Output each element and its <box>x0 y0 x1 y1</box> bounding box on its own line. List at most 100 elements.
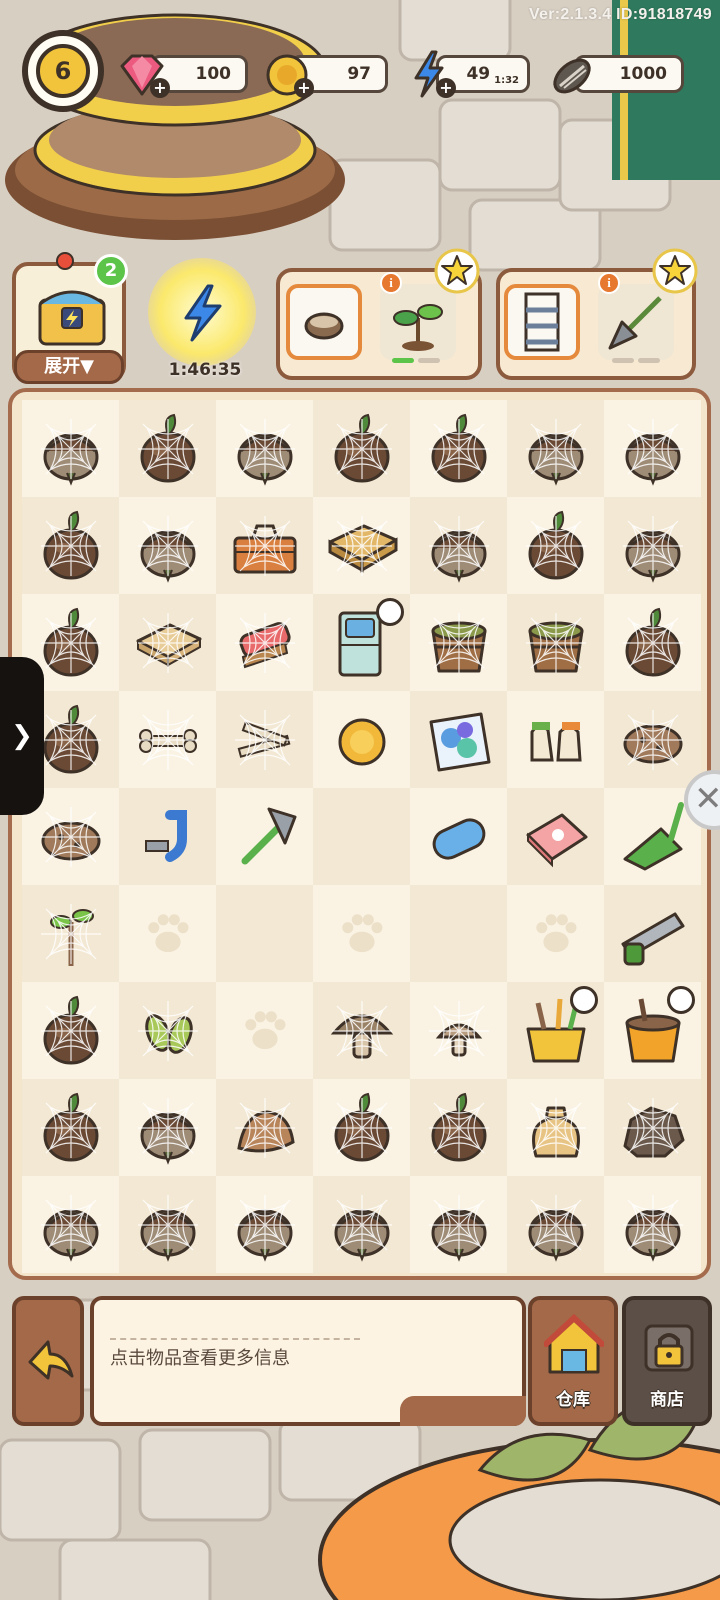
board-cell[interactable] <box>22 982 119 1079</box>
board-cell[interactable] <box>119 400 216 497</box>
board-cell[interactable] <box>410 400 507 497</box>
board-cell[interactable] <box>410 982 507 1079</box>
board-cell[interactable] <box>410 788 507 885</box>
board-cell[interactable] <box>216 400 313 497</box>
order-1-star-icon <box>434 248 480 294</box>
board-cell[interactable] <box>410 497 507 594</box>
wooden-tray-icon <box>328 524 397 573</box>
board-cell[interactable] <box>216 497 313 594</box>
back-button[interactable] <box>12 1296 84 1426</box>
board-cell[interactable] <box>119 982 216 1079</box>
board-cell[interactable] <box>216 1079 313 1176</box>
scrub-brush-icon <box>238 621 291 668</box>
board-cell[interactable] <box>216 691 313 788</box>
info-panel-tab <box>400 1396 526 1426</box>
order-2-info-icon[interactable]: i <box>598 272 620 294</box>
board-cell[interactable] <box>22 497 119 594</box>
acorn-sack-icon <box>625 530 680 583</box>
board-cell[interactable] <box>507 1079 604 1176</box>
side-drawer-tab[interactable]: ❯ <box>0 657 44 815</box>
board-cell[interactable] <box>410 1176 507 1273</box>
board-cell[interactable] <box>22 885 119 982</box>
board-cell[interactable] <box>313 497 410 594</box>
blue-pipe-icon <box>144 809 187 862</box>
board-cell[interactable] <box>313 1079 410 1176</box>
board-cell[interactable] <box>410 691 507 788</box>
board-cell[interactable] <box>507 594 604 691</box>
board-cell[interactable] <box>410 1079 507 1176</box>
board-cell[interactable] <box>604 594 701 691</box>
treasure-chest-icon <box>38 290 106 346</box>
acorn-sack-icon <box>625 433 680 486</box>
board-cell[interactable] <box>604 691 701 788</box>
expand-button[interactable]: 展开▼ <box>14 350 124 384</box>
blue-soap-icon <box>432 817 485 860</box>
board-cell[interactable] <box>119 497 216 594</box>
board-cell[interactable] <box>313 788 410 885</box>
toolbox-icon <box>233 524 296 573</box>
energy-boost-timer: 1:46:35 <box>168 360 242 380</box>
board-cell[interactable] <box>216 594 313 691</box>
board-cell[interactable] <box>22 1079 119 1176</box>
board-cell[interactable] <box>119 594 216 691</box>
board-cell[interactable] <box>119 691 216 788</box>
shop-button[interactable]: 商店 <box>622 1296 712 1426</box>
board-cell[interactable] <box>604 982 701 1079</box>
board-cell[interactable] <box>119 885 216 982</box>
board-cell[interactable] <box>216 982 313 1079</box>
board-cell[interactable] <box>507 497 604 594</box>
order-1-requirement-slot <box>286 284 362 360</box>
board-cell[interactable] <box>604 1176 701 1273</box>
board-cell[interactable] <box>216 885 313 982</box>
board-cell[interactable] <box>604 1079 701 1176</box>
gem-count: 100 <box>195 64 232 84</box>
board-cell[interactable] <box>410 594 507 691</box>
board-cell[interactable] <box>507 400 604 497</box>
add-gems-icon[interactable]: + <box>150 78 170 98</box>
board-cell[interactable] <box>216 1176 313 1273</box>
board-cell[interactable] <box>410 885 507 982</box>
add-energy-icon[interactable]: + <box>436 78 456 98</box>
board-cell[interactable] <box>604 497 701 594</box>
board-cell[interactable] <box>22 400 119 497</box>
acorn-sack-icon <box>237 1209 292 1262</box>
board-cell[interactable] <box>507 788 604 885</box>
board-cell[interactable] <box>22 1176 119 1273</box>
board-cell[interactable] <box>119 788 216 885</box>
add-coins-icon[interactable]: + <box>294 78 314 98</box>
board-cell[interactable] <box>313 594 410 691</box>
energy-boost-orb[interactable] <box>148 258 256 366</box>
shelf-icon <box>524 292 560 352</box>
shop-lock-icon <box>644 1324 694 1372</box>
board-cell[interactable] <box>604 885 701 982</box>
board-cell[interactable] <box>604 400 701 497</box>
bone-icon <box>138 728 197 753</box>
player-level-badge[interactable]: 6 <box>22 30 104 112</box>
order-1-info-icon[interactable]: i <box>380 272 402 294</box>
acorn-sack-icon <box>43 433 98 486</box>
order-2-progress-remaining-a <box>612 358 634 363</box>
board-cell[interactable] <box>507 885 604 982</box>
board-cell[interactable] <box>313 400 410 497</box>
board-cell[interactable] <box>313 885 410 982</box>
board-cell[interactable] <box>216 788 313 885</box>
sapling-icon <box>49 908 94 966</box>
order-2-target-slot <box>598 284 674 360</box>
pink-towel-icon <box>526 813 587 867</box>
board-cell[interactable] <box>507 691 604 788</box>
board-cell[interactable] <box>507 1176 604 1273</box>
board-cell[interactable] <box>507 982 604 1079</box>
item-info-hint: 点击物品查看更多信息 <box>110 1348 290 1369</box>
board-cell[interactable] <box>119 1079 216 1176</box>
board-cell[interactable] <box>119 1176 216 1273</box>
notification-pin-icon <box>56 252 74 270</box>
paw-print-icon <box>147 913 189 952</box>
acorn-leaf-icon <box>43 510 98 579</box>
warehouse-button[interactable]: 仓库 <box>528 1296 618 1426</box>
board-cell[interactable] <box>313 691 410 788</box>
wooden-bucket-icon <box>431 621 486 672</box>
board-cell[interactable] <box>313 982 410 1079</box>
gold-coin-icon <box>338 718 385 765</box>
board-cell[interactable] <box>313 1176 410 1273</box>
burlap-sack-icon <box>236 1109 295 1152</box>
